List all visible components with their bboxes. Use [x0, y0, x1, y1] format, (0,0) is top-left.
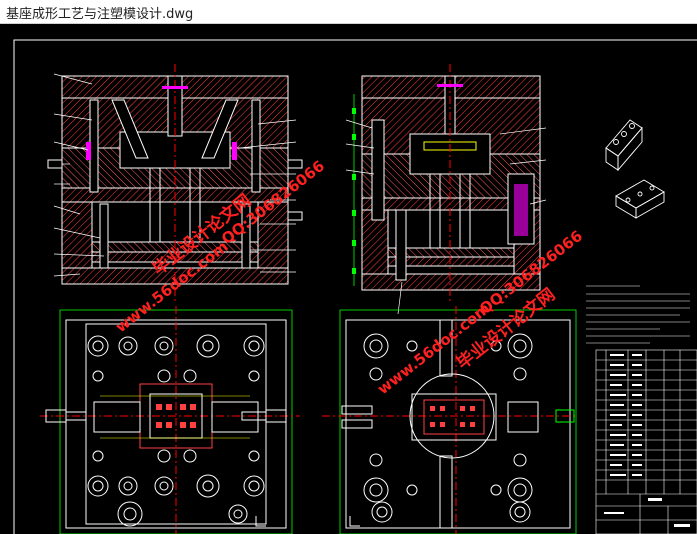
title-block [595, 349, 697, 534]
window-titlebar: 基座成形工艺与注塑模设计.dwg [0, 0, 697, 24]
moving-half-plan-view [40, 306, 300, 534]
part-isometric-view [605, 119, 665, 219]
window-title: 基座成形工艺与注塑模设计.dwg [6, 7, 194, 22]
technical-notes [586, 285, 690, 344]
cad-drawing [13, 39, 697, 534]
cad-drawing-canvas[interactable]: www.56doc.com 毕业设计论文网 QQ:306826066 www.5… [0, 24, 697, 534]
